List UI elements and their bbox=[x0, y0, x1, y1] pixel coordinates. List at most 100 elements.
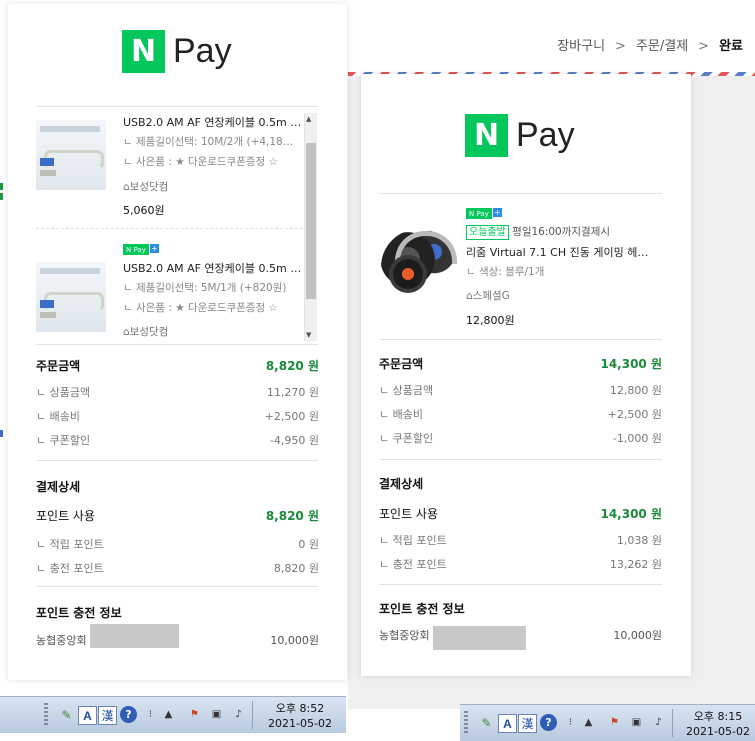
divider bbox=[36, 106, 318, 107]
product-thumbnail[interactable] bbox=[381, 229, 457, 305]
store-icon: ⌂ bbox=[123, 181, 130, 193]
point-charge-info-title: 포인트 충전 정보 bbox=[379, 602, 465, 616]
product-gift: ㄴ 사은품 : ★ 다운로드쿠폰증정 ☆ bbox=[123, 156, 278, 168]
charge-point-row: ㄴ 충전 포인트 13,262 원 bbox=[379, 558, 662, 571]
product-title[interactable]: USB2.0 AM AF 연장케이블 0.5m … bbox=[123, 114, 303, 130]
coupon-row: ㄴ 쿠폰할인 -4,950 원 bbox=[36, 434, 319, 447]
masked-account-number bbox=[433, 626, 526, 650]
receipt-left: N Pay USB2.0 AM AF 연장케이블 0.5m … ㄴ 제품길이선택… bbox=[8, 4, 347, 680]
taskbar-separator bbox=[252, 701, 253, 729]
hanja-icon[interactable]: 漢 bbox=[518, 714, 537, 733]
ime-pen-icon[interactable]: ✎ bbox=[478, 714, 495, 731]
breadcrumb: 장바구니 > 주문/결제 > 완료 bbox=[557, 35, 743, 54]
hanja-icon[interactable]: 漢 bbox=[98, 706, 117, 725]
taskbar-separator bbox=[672, 709, 673, 737]
coupon-row: ㄴ 쿠폰할인 -1,000 원 bbox=[379, 432, 662, 445]
show-hidden-icons-chevron-icon[interactable]: ▲ bbox=[580, 714, 597, 731]
edge-mark bbox=[0, 430, 3, 437]
point-use-row: 포인트 사용 8,820 원 bbox=[36, 509, 319, 523]
npay-logo-mark: N bbox=[122, 30, 165, 73]
product-amount-row: ㄴ 상품금액 12,800 원 bbox=[379, 384, 662, 397]
product-list-scrollbar[interactable]: ▲ ▼ bbox=[304, 113, 317, 341]
product-option: ㄴ 제품길이선택: 5M/1개 (+820원) bbox=[123, 282, 287, 294]
npay-plus-badge: N Pay + bbox=[123, 244, 159, 255]
product-title[interactable]: USB2.0 AM AF 연장케이블 0.5m … bbox=[123, 260, 303, 276]
volume-icon[interactable]: ♪ bbox=[230, 706, 247, 723]
product-option: ㄴ 색상: 블루/1개 bbox=[466, 266, 545, 278]
shipping-row: ㄴ 배송비 +2,500 원 bbox=[36, 410, 319, 423]
payment-detail-title: 결제상세 bbox=[36, 480, 81, 494]
divider bbox=[379, 193, 662, 194]
npay-plus-badge: N Pay + bbox=[466, 208, 502, 219]
seller-name[interactable]: ⌂스페셜G bbox=[466, 288, 510, 303]
taskbar-grip[interactable] bbox=[44, 703, 48, 727]
product-thumbnail[interactable] bbox=[36, 120, 106, 190]
help-icon[interactable]: ? bbox=[540, 714, 557, 731]
options-icon[interactable]: ⁝ bbox=[562, 714, 579, 731]
point-use-row: 포인트 사용 14,300 원 bbox=[379, 507, 662, 521]
action-center-icon[interactable]: ⚑ bbox=[186, 706, 203, 723]
product-amount-row: ㄴ 상품금액 11,270 원 bbox=[36, 386, 319, 399]
product-price: 5,060원 bbox=[123, 204, 165, 217]
action-center-icon[interactable]: ⚑ bbox=[606, 714, 623, 731]
receipt-right: N Pay N Pay + 오늘출발 평일16:00까지결제시 리줌 Virtua… bbox=[361, 74, 691, 676]
divider bbox=[379, 339, 662, 340]
npay-logo: N Pay bbox=[122, 30, 232, 73]
today-delivery-badge: 오늘출발 bbox=[466, 225, 509, 240]
order-total-row: 주문금액 14,300 원 bbox=[379, 357, 662, 371]
scroll-down-arrow-icon[interactable]: ▼ bbox=[306, 331, 311, 339]
saved-point-row: ㄴ 적립 포인트 0 원 bbox=[36, 538, 319, 551]
edge-mark bbox=[0, 183, 3, 190]
masked-account-number bbox=[90, 624, 179, 648]
taskbar-left: ✎ A 漢 ? ⁝ ▲ ⚑ ▣ ♪ 오후 8:52 2021-05-02 bbox=[0, 696, 346, 733]
network-icon[interactable]: ▣ bbox=[628, 714, 645, 731]
breadcrumb-separator: > bbox=[615, 39, 626, 54]
ime-mode-icon[interactable]: A bbox=[498, 714, 517, 733]
ime-pen-icon[interactable]: ✎ bbox=[58, 706, 75, 723]
divider bbox=[379, 459, 662, 460]
ime-mode-icon[interactable]: A bbox=[78, 706, 97, 725]
seller-name[interactable]: ⌂보성닷컴 bbox=[123, 324, 168, 339]
options-icon[interactable]: ⁝ bbox=[142, 706, 159, 723]
product-price: 12,800원 bbox=[466, 314, 515, 327]
shipping-row: ㄴ 배송비 +2,500 원 bbox=[379, 408, 662, 421]
divider bbox=[36, 586, 318, 587]
product-thumbnail[interactable] bbox=[36, 262, 106, 332]
clock-time: 오후 8:52 bbox=[275, 702, 325, 715]
npay-logo-mark: N bbox=[465, 114, 508, 157]
scroll-thumb[interactable] bbox=[306, 143, 316, 299]
breadcrumb-order[interactable]: 주문/결제 bbox=[636, 39, 688, 54]
breadcrumb-complete: 완료 bbox=[719, 39, 743, 54]
help-icon[interactable]: ? bbox=[120, 706, 137, 723]
scroll-up-arrow-icon[interactable]: ▲ bbox=[306, 115, 311, 123]
clock[interactable]: 오후 8:52 2021-05-02 bbox=[258, 701, 342, 731]
store-icon: ⌂ bbox=[123, 326, 130, 338]
divider bbox=[36, 460, 318, 461]
npay-logo-text: Pay bbox=[173, 32, 232, 70]
edge-mark bbox=[0, 193, 3, 200]
breadcrumb-cart[interactable]: 장바구니 bbox=[557, 39, 605, 54]
breadcrumb-separator: > bbox=[698, 39, 710, 54]
charge-point-row: ㄴ 충전 포인트 8,820 원 bbox=[36, 562, 319, 575]
product-gift: ㄴ 사은품 : ★ 다운로드쿠폰증정 ☆ bbox=[123, 302, 278, 314]
point-charge-info-title: 포인트 충전 정보 bbox=[36, 606, 122, 620]
clock-date: 2021-05-02 bbox=[268, 717, 332, 730]
divider bbox=[36, 228, 308, 229]
saved-point-row: ㄴ 적립 포인트 1,038 원 bbox=[379, 534, 662, 547]
payment-detail-title: 결제상세 bbox=[379, 477, 424, 491]
clock[interactable]: 오후 8:15 2021-05-02 bbox=[678, 709, 755, 739]
today-delivery-note: 평일16:00까지결제시 bbox=[512, 226, 611, 238]
volume-icon[interactable]: ♪ bbox=[650, 714, 667, 731]
today-delivery: 오늘출발 평일16:00까지결제시 bbox=[466, 224, 610, 240]
product-title[interactable]: 리줌 Virtual 7.1 CH 진동 게이밍 헤… bbox=[466, 244, 656, 260]
clock-date: 2021-05-02 bbox=[686, 725, 750, 738]
clock-time: 오후 8:15 bbox=[693, 710, 743, 723]
seller-name[interactable]: ⌂보성닷컴 bbox=[123, 179, 168, 194]
network-icon[interactable]: ▣ bbox=[208, 706, 225, 723]
taskbar-grip[interactable] bbox=[464, 711, 468, 735]
npay-logo-text: Pay bbox=[516, 116, 575, 154]
taskbar-right: ✎ A 漢 ? ⁝ ▲ ⚑ ▣ ♪ 오후 8:15 2021-05-02 bbox=[460, 704, 755, 741]
divider bbox=[36, 344, 318, 345]
npay-logo: N Pay bbox=[465, 114, 575, 157]
show-hidden-icons-chevron-icon[interactable]: ▲ bbox=[160, 706, 177, 723]
